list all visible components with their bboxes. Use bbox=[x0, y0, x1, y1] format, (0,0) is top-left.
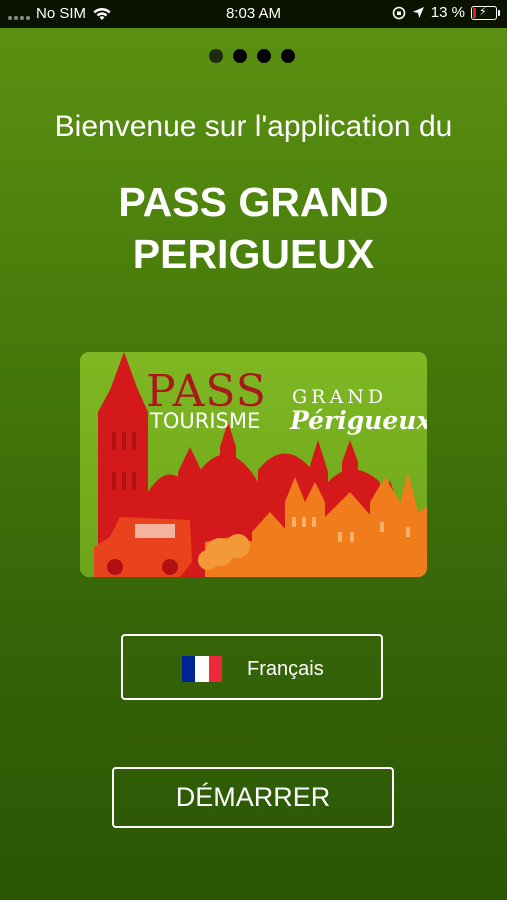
welcome-screen: No SIM 8:03 AM 13 % ⚡ Bienvenue sur l'ap… bbox=[0, 0, 507, 900]
rotation-lock-icon bbox=[392, 6, 406, 19]
app-title: PASS GRAND PERIGUEUX bbox=[0, 176, 507, 280]
pass-card-image: PASS TOURISME GRAND Périgueux bbox=[80, 352, 427, 577]
status-right: 13 % ⚡ bbox=[392, 4, 500, 21]
page-dot[interactable] bbox=[281, 49, 295, 63]
location-arrow-icon bbox=[412, 7, 424, 18]
flag-stripe bbox=[182, 656, 196, 682]
page-dot[interactable] bbox=[209, 49, 223, 63]
card-perigueux-text: Périgueux bbox=[290, 406, 427, 435]
battery-percent: 13 % bbox=[430, 4, 465, 21]
status-bar: No SIM 8:03 AM 13 % ⚡ bbox=[0, 0, 507, 28]
page-indicator[interactable] bbox=[209, 49, 295, 63]
app-title-line-1: PASS GRAND bbox=[118, 179, 389, 225]
card-grand-text: GRAND bbox=[292, 386, 388, 408]
start-button[interactable]: DÉMARRER bbox=[112, 767, 394, 828]
welcome-text: Bienvenue sur l'application du bbox=[54, 110, 453, 143]
charging-bolt-icon: ⚡ bbox=[479, 5, 487, 18]
flag-stripe bbox=[208, 656, 222, 682]
battery-icon: ⚡ bbox=[471, 5, 500, 20]
battery-level bbox=[473, 7, 477, 18]
flag-stripe bbox=[195, 656, 209, 682]
app-title-line-2: PERIGUEUX bbox=[132, 231, 375, 277]
language-button[interactable]: Français bbox=[121, 634, 383, 700]
france-flag-icon bbox=[182, 656, 222, 682]
page-dot[interactable] bbox=[257, 49, 271, 63]
card-tourisme-text: TOURISME bbox=[150, 409, 261, 433]
page-dot[interactable] bbox=[233, 49, 247, 63]
language-label: Français bbox=[247, 658, 324, 680]
